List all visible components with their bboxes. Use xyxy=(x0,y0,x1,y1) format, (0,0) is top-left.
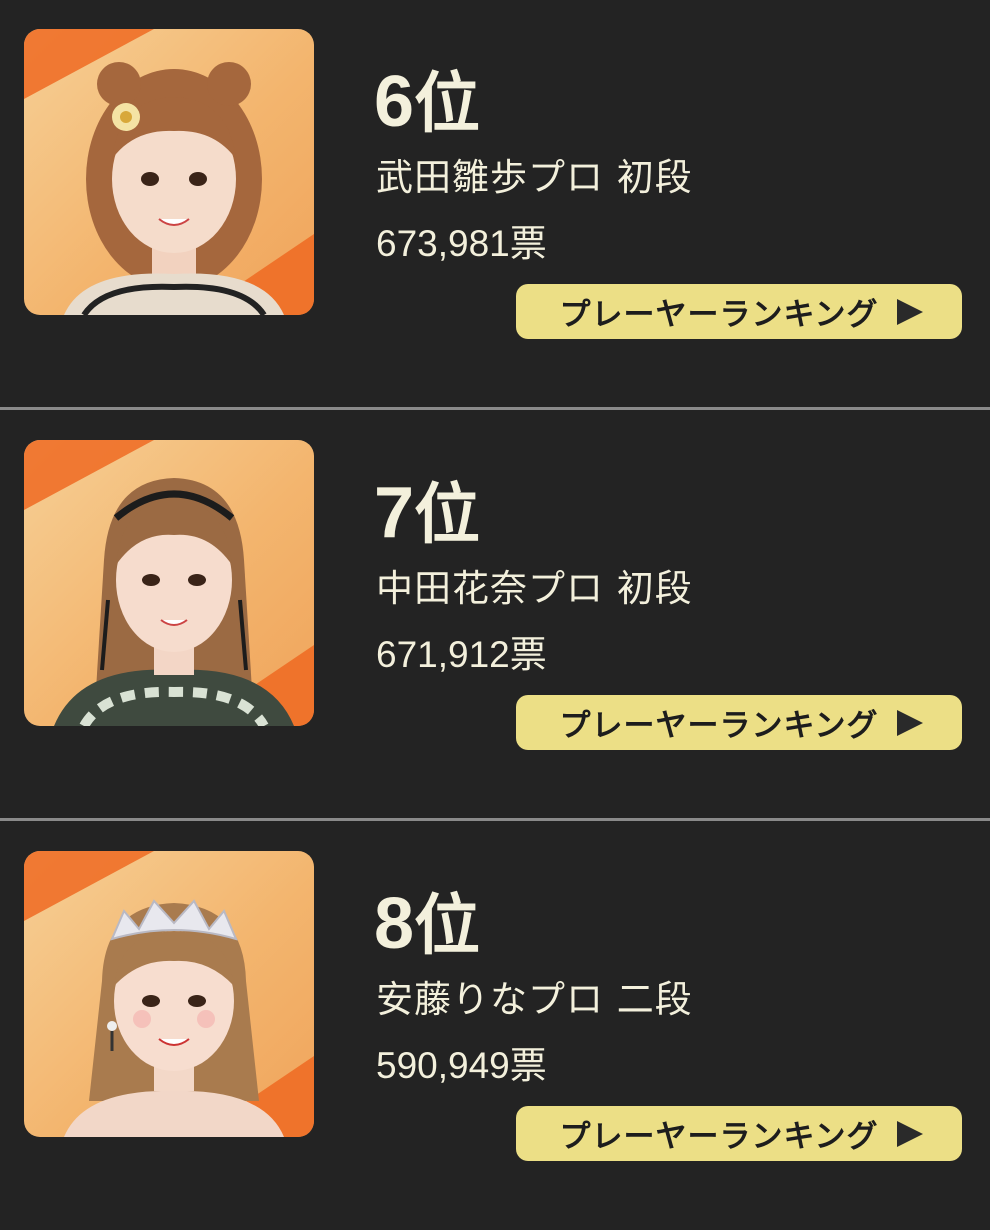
player-ranking-button-label: プレーヤーランキング xyxy=(559,297,879,333)
rank-label: 6位 xyxy=(374,58,480,147)
player-name: 安藤りなプロ 二段 xyxy=(376,978,693,1021)
ranking-entry: 7位 中田花奈プロ 初段 671,912票 プレーヤーランキング xyxy=(0,411,990,819)
divider xyxy=(0,407,990,410)
rank-suffix: 位 xyxy=(414,476,481,553)
player-ranking-button[interactable]: プレーヤーランキング xyxy=(516,695,962,750)
rank-number: 6 xyxy=(374,62,415,142)
play-triangle-icon xyxy=(896,1120,923,1147)
player-photo[interactable] xyxy=(24,440,314,726)
ranking-entry: 6位 武田雛歩プロ 初段 673,981票 プレーヤーランキング xyxy=(0,0,990,408)
play-triangle-icon xyxy=(896,709,923,736)
play-triangle-icon xyxy=(896,298,923,325)
rank-suffix: 位 xyxy=(414,65,481,142)
vote-count: 590,949票 xyxy=(376,1045,547,1086)
rank-number: 7 xyxy=(374,473,415,553)
vote-count: 673,981票 xyxy=(376,223,547,264)
player-name: 武田雛歩プロ 初段 xyxy=(376,156,693,199)
rank-label: 7位 xyxy=(374,469,480,558)
ranking-entry: 8位 安藤りなプロ 二段 590,949票 プレーヤーランキング xyxy=(0,822,990,1230)
player-ranking-button-label: プレーヤーランキング xyxy=(559,1119,879,1155)
player-ranking-button[interactable]: プレーヤーランキング xyxy=(516,1106,962,1161)
rank-number: 8 xyxy=(374,884,415,964)
player-ranking-button-label: プレーヤーランキング xyxy=(559,708,879,744)
rank-suffix: 位 xyxy=(414,887,481,964)
player-ranking-button[interactable]: プレーヤーランキング xyxy=(516,284,962,339)
divider xyxy=(0,818,990,821)
player-photo[interactable] xyxy=(24,29,314,315)
vote-count: 671,912票 xyxy=(376,634,547,675)
player-photo[interactable] xyxy=(24,851,314,1137)
rank-label: 8位 xyxy=(374,880,480,969)
player-name: 中田花奈プロ 初段 xyxy=(376,567,693,610)
